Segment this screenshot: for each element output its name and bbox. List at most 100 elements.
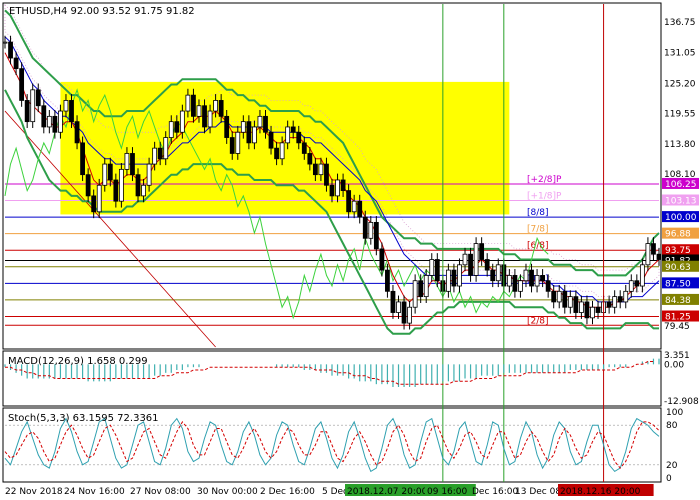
candle-body bbox=[63, 100, 69, 112]
candle-body bbox=[645, 243, 651, 266]
candle-body bbox=[240, 121, 246, 133]
candle-body bbox=[312, 163, 318, 176]
candle-body bbox=[401, 301, 407, 324]
candle-body bbox=[418, 280, 424, 298]
candle-body bbox=[113, 179, 119, 202]
candle-body bbox=[235, 131, 241, 154]
candle-body bbox=[69, 100, 74, 123]
price-tag-label-7: 87.50 bbox=[665, 279, 691, 289]
candle-body bbox=[163, 137, 169, 160]
candle-body bbox=[213, 100, 219, 112]
candle-body bbox=[490, 269, 496, 282]
candle-body bbox=[285, 126, 291, 144]
candle-body bbox=[412, 280, 418, 308]
murrey-level-label-4: [6/8] bbox=[527, 241, 549, 251]
candle-body bbox=[484, 259, 490, 271]
price-tick-label-1: 131.05 bbox=[664, 48, 696, 58]
symbol-title: ETHUSD,H4 92.00 93.52 91.75 91.82 bbox=[9, 6, 195, 17]
candle-body bbox=[174, 121, 180, 133]
candle-body bbox=[46, 115, 52, 128]
candle-body bbox=[335, 179, 340, 197]
candle-body bbox=[318, 163, 324, 176]
price-tag-label-0: 106.25 bbox=[665, 180, 697, 190]
candle-body bbox=[102, 163, 108, 186]
highlight-box bbox=[60, 81, 510, 215]
stoch-tick-label-3: 0 bbox=[666, 474, 672, 484]
candle-body bbox=[468, 253, 473, 276]
candle-body bbox=[124, 153, 130, 170]
price-tick-label-0: 136.75 bbox=[664, 18, 696, 28]
candle-body bbox=[451, 269, 457, 287]
candle-body bbox=[479, 243, 485, 260]
candle-body bbox=[168, 121, 174, 138]
candle-body bbox=[651, 243, 656, 255]
candle-body bbox=[179, 110, 185, 133]
candle-body bbox=[91, 195, 97, 213]
macd-title: MACD(12,26,9) 1.658 0.299 bbox=[8, 356, 148, 367]
candle-body bbox=[146, 163, 152, 186]
candle-body bbox=[540, 275, 546, 282]
x-tick-label-3: 30 Nov 00:00 bbox=[197, 487, 258, 497]
candle-body bbox=[351, 200, 357, 213]
price-tag-label-1: 103.13 bbox=[665, 196, 697, 206]
candle-body bbox=[80, 142, 85, 176]
candle-body bbox=[24, 100, 30, 123]
candle-body bbox=[429, 259, 435, 276]
stoch-tick-label-2: 20 bbox=[666, 461, 678, 471]
candle-body bbox=[19, 68, 25, 101]
candle-body bbox=[462, 253, 468, 266]
x-tick-label-7: 09 16:00 bbox=[427, 487, 468, 497]
candle-body bbox=[13, 57, 19, 70]
candle-body bbox=[246, 121, 252, 144]
candle-body bbox=[296, 131, 302, 144]
candle-body bbox=[290, 126, 296, 133]
price-tick-label-4: 113.80 bbox=[664, 140, 696, 150]
candle-body bbox=[30, 89, 36, 123]
candle-body bbox=[556, 290, 562, 303]
candle-body bbox=[58, 110, 63, 133]
candle-body bbox=[562, 290, 568, 308]
candle-body bbox=[434, 259, 440, 282]
candle-body bbox=[41, 105, 47, 128]
candle-body bbox=[518, 280, 523, 292]
candle-body bbox=[445, 269, 451, 292]
x-tick-label-9: 13 Dec 08: bbox=[515, 487, 564, 497]
candle-body bbox=[301, 142, 307, 154]
candle-body bbox=[35, 89, 41, 107]
candle-body bbox=[617, 296, 623, 303]
candle-body bbox=[396, 301, 401, 313]
candle-body bbox=[457, 264, 462, 287]
x-tick-label-10: 2018.12.16 20:00 bbox=[560, 487, 641, 497]
candle-body bbox=[512, 275, 518, 292]
candle-body bbox=[567, 296, 573, 308]
candle-body bbox=[628, 280, 634, 292]
candle-body bbox=[551, 290, 557, 303]
candle-body bbox=[191, 94, 196, 117]
stoch-tick-label-0: 100 bbox=[666, 408, 683, 418]
candle-body bbox=[639, 264, 645, 287]
chart-window: [+2/8]P[+1/8]P[8/8][7/8][6/8][4/8][2/8] … bbox=[0, 0, 700, 500]
candle-body bbox=[612, 296, 618, 308]
price-tag-label-6: 90.63 bbox=[665, 263, 691, 273]
macd-tick-label-0: 3.351 bbox=[664, 351, 690, 361]
x-tick-label-5: 5 Dec bbox=[322, 487, 348, 497]
candle-body bbox=[362, 216, 368, 239]
candle-body bbox=[506, 275, 512, 287]
candle-body bbox=[379, 248, 385, 271]
candle-body bbox=[274, 147, 279, 160]
x-tick-label-6: 2018.12.07 20:00 bbox=[347, 487, 428, 497]
macd-tick-label-1: 0.00 bbox=[664, 360, 684, 370]
murrey-level-label-2: [8/8] bbox=[527, 208, 549, 218]
candle-body bbox=[218, 100, 224, 117]
candle-body bbox=[423, 275, 429, 298]
candle-body bbox=[52, 115, 58, 133]
candle-body bbox=[8, 41, 13, 59]
candle-body bbox=[207, 110, 213, 128]
candle-body bbox=[623, 290, 629, 303]
candle-body bbox=[340, 179, 346, 191]
candle-body bbox=[263, 115, 268, 133]
candle-body bbox=[279, 142, 285, 160]
candle-body bbox=[584, 301, 590, 319]
candle-body bbox=[523, 269, 529, 282]
price-tick-label-6: 79.45 bbox=[664, 322, 690, 332]
